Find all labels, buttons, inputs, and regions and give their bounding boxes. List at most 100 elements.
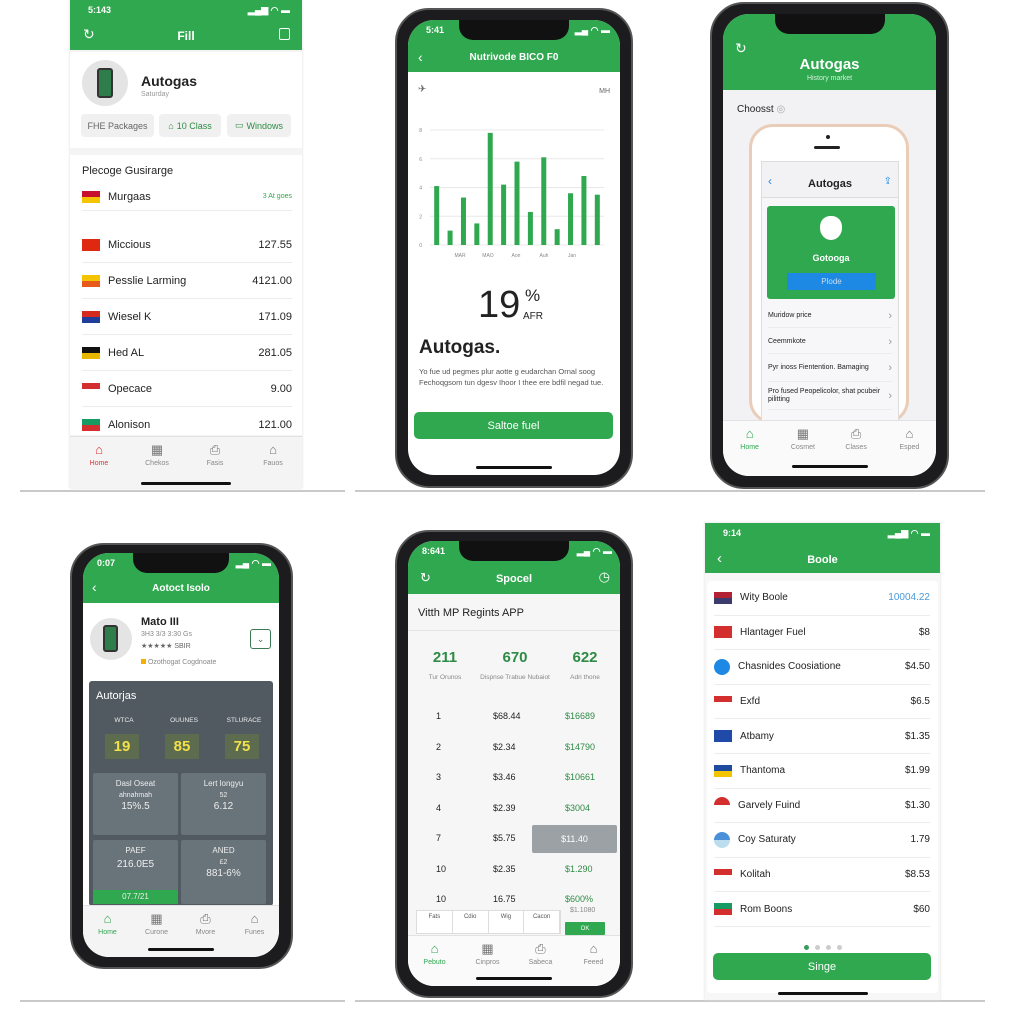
tab-pebuto[interactable]: ⌂ Pebuto <box>408 936 461 986</box>
list-item[interactable]: Chasnides Coosiatione $4.50 <box>714 650 930 685</box>
tab-esped[interactable]: ⌂ Esped <box>883 421 936 476</box>
plane-icon[interactable]: ✈ <box>418 84 426 95</box>
share-icon[interactable]: ⇪ <box>884 176 892 187</box>
table-row[interactable]: 2 $2.34 $14790 <box>408 736 620 760</box>
stat-cell[interactable]: Lert longyu 52 6.12 <box>181 773 266 835</box>
row-price: $2.39 <box>493 802 516 813</box>
mini-table-cell[interactable]: Wig <box>489 911 525 933</box>
apple-icon <box>820 216 842 240</box>
status-time: 0:07 <box>97 558 116 568</box>
item-name: Hed AL <box>108 346 145 359</box>
stat-label: Tur Orunos <box>428 674 462 681</box>
tab-home[interactable]: ⌂ Home <box>723 421 776 476</box>
inner-screen: ‹ Autogas ⇪ Gotooga Plode Muridow price ›… <box>761 161 899 431</box>
chip-packages[interactable]: FHE Packages <box>81 114 154 137</box>
card-button[interactable]: Plode <box>787 273 876 290</box>
row-label: Ceemmkote <box>768 337 806 345</box>
page-dot[interactable] <box>814 945 820 950</box>
bar <box>581 176 587 245</box>
list-card: Plecoge Gusirarge Murgaas 3 At goes Miccio… <box>70 155 302 443</box>
notch <box>459 20 569 40</box>
row-total: $14790 <box>565 741 596 752</box>
list-item[interactable]: Atbamy $1.35 <box>714 719 930 754</box>
x-tick-label: Aon <box>512 253 521 259</box>
list-item[interactable]: Coy Saturaty 1.79 <box>714 823 930 858</box>
status-icons: ▂▄ ◠ ▬ <box>574 25 610 35</box>
timer-icon[interactable]: ◷ <box>599 569 610 585</box>
table-row[interactable]: 3 $3.46 $10661 <box>408 766 620 790</box>
settings-row[interactable]: Pyr inoss Fientention. Bamaging › <box>768 354 892 382</box>
stat-cell[interactable]: ANED £2 881-6% <box>181 840 266 904</box>
tab-label: Sabeca <box>528 959 553 966</box>
stat-cell[interactable]: Dasl Oseat ahnahmah 15%.5 <box>93 773 178 835</box>
table-row[interactable]: 7 $5.75 $11.40 <box>408 825 620 853</box>
tab-fauos[interactable]: ⌂ Fauos <box>244 437 302 488</box>
list-item[interactable]: Wity Boole 10004.22 <box>714 581 930 616</box>
tab-home[interactable]: ⌂ Home <box>83 906 132 957</box>
tab-home[interactable]: ⌂ Home <box>70 437 128 488</box>
tab-funes[interactable]: ⌂ Funes <box>230 906 279 957</box>
list-item[interactable]: Kolitah $8.53 <box>714 858 930 893</box>
item-value: $1.99 <box>904 765 930 777</box>
calculator-icon: ▦ <box>150 911 163 926</box>
item-value: 10004.22 <box>888 592 930 604</box>
row-total: $11.40 <box>532 825 617 853</box>
chevron-right-icon: › <box>888 335 892 348</box>
cell-value: 15%.5 <box>121 801 150 812</box>
item-value: 3 At goes <box>262 193 292 200</box>
list-item[interactable]: Exfd $6.5 <box>714 685 930 720</box>
list-item[interactable]: Wiesel K 171.09 <box>82 299 292 335</box>
row-label: Muridow price <box>768 311 812 319</box>
list-item[interactable]: Pesslie Larming 4121.00 <box>82 263 292 299</box>
primary-button[interactable]: Saltoe fuel <box>414 412 613 439</box>
chip-windows[interactable]: ▭ Windows <box>227 114 291 137</box>
square-icon[interactable] <box>279 28 290 40</box>
bar <box>594 194 600 245</box>
table-row[interactable]: 4 $2.39 $3004 <box>408 797 620 821</box>
tab-feeed[interactable]: ⌂ Feeed <box>567 936 620 986</box>
x-tick-label: Jan <box>568 253 576 259</box>
bar <box>527 211 533 245</box>
list-item[interactable]: Opecace 9.00 <box>82 371 292 407</box>
chip-label: FHE Packages <box>87 120 148 131</box>
primary-button[interactable]: Singe <box>713 953 931 980</box>
metric-value: 85 <box>165 734 199 759</box>
page-dot[interactable] <box>825 945 831 950</box>
tab-bar: ⌂ Home ▦ Chekos ⎙ Fasis ⌂ Fauos <box>70 436 302 488</box>
home-indicator <box>476 977 552 980</box>
refresh-icon[interactable]: ↻ <box>735 40 747 57</box>
chip-class[interactable]: ⌂ 10 Class <box>159 114 221 137</box>
mini-table-cell[interactable]: Fats <box>417 911 453 933</box>
page-dot[interactable] <box>836 945 842 950</box>
ok-button[interactable]: OK <box>565 922 605 935</box>
tab-chekos[interactable]: ▦ Chekos <box>128 437 186 488</box>
card-title: Autorjas <box>96 690 137 702</box>
x-tick-label: MAO <box>482 253 494 259</box>
list-item[interactable]: Hed AL 281.05 <box>82 335 292 371</box>
mini-table-cell[interactable]: Cdio <box>453 911 489 933</box>
row-total: $10661 <box>565 772 596 782</box>
list-item[interactable]: Hlantager Fuel $8 <box>714 616 930 651</box>
list-item[interactable]: Rom Boons $60 <box>714 892 930 927</box>
status-time: 8:641 <box>422 546 446 556</box>
tab-fasis[interactable]: ⎙ Fasis <box>186 437 244 488</box>
cell-sub: 52 <box>219 792 228 799</box>
list-item[interactable]: Murgaas 3 At goes <box>82 183 292 211</box>
settings-row[interactable]: Pro fused Peopelicolor, shat pcubeir pil… <box>768 382 892 410</box>
window-icon: ▭ <box>234 120 244 130</box>
stat-cell[interactable]: PAEF 216.0E5 07.7/21 <box>93 840 178 904</box>
table-row[interactable]: 1 $68.44 $16689 <box>408 705 620 729</box>
settings-row[interactable]: Muridow price › <box>768 304 892 328</box>
settings-row[interactable]: Ceemmkote › <box>768 330 892 354</box>
list-item[interactable]: Thantoma $1.99 <box>714 754 930 789</box>
table-row[interactable]: 10 $2.35 $1.290 <box>408 858 620 882</box>
tab-label: Cosmet <box>790 444 815 451</box>
mini-table-cell[interactable]: Cacon <box>524 911 560 933</box>
chevron-down-button[interactable]: ⌄ <box>250 629 271 649</box>
tab-label: Esped <box>899 444 920 451</box>
chevron-right-icon: › <box>888 361 892 374</box>
list-item[interactable]: Miccious 127.55 <box>82 227 292 263</box>
page-dot[interactable] <box>803 945 809 950</box>
title-divider <box>408 630 620 631</box>
list-item[interactable]: Garvely Fuind $1.30 <box>714 789 930 824</box>
